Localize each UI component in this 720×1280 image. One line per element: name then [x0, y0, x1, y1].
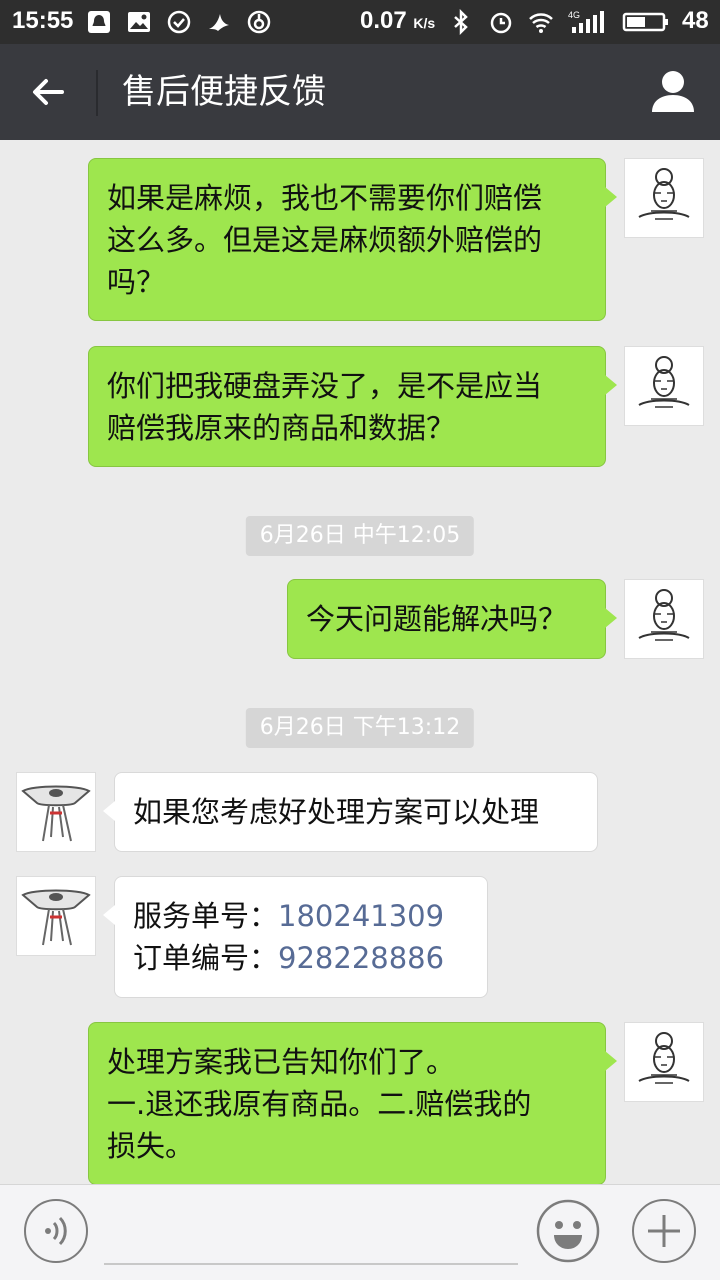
bird-notification-icon: [209, 14, 229, 31]
image-notification-icon: [128, 12, 150, 32]
network-speed: 0.07 K/s: [360, 7, 436, 34]
avatar-sketch-icon: [638, 589, 690, 641]
my-avatar[interactable]: [624, 579, 704, 659]
voice-icon: [45, 1216, 67, 1246]
message-bubble[interactable]: 处理方案我已告知你们了。 一.退还我原有商品。二.赔偿我的 损失。: [88, 1022, 617, 1184]
alarm-icon: [490, 12, 512, 34]
avatar-sketch-icon: [638, 1032, 690, 1084]
voice-button[interactable]: [24, 1199, 88, 1263]
timestamp: 6月26日 中午12:05: [245, 516, 475, 556]
avatar-cloth-icon: [21, 889, 91, 946]
avatar-cloth-icon: [21, 785, 91, 842]
avatar-sketch-icon: [638, 356, 690, 408]
title-bar: 售后便捷反馈: [0, 44, 720, 140]
chat-messages: 如果是麻烦，我也不需要你们赔偿 这么多。但是这是麻烦额外赔偿的 吗？ 你们把我硬…: [0, 140, 720, 1184]
back-arrow-icon[interactable]: [24, 68, 72, 116]
title-divider: [96, 70, 98, 116]
service-avatar[interactable]: [16, 876, 96, 956]
avatar-sketch-icon: [638, 168, 690, 220]
page-title: 售后便捷反馈: [122, 72, 326, 112]
svg-text:4G: 4G: [568, 10, 580, 20]
plus-icon: [648, 1215, 680, 1247]
message-bubble[interactable]: 如果您考虑好处理方案可以处理: [103, 772, 598, 852]
timestamp: 6月26日 下午13:12: [245, 708, 475, 748]
my-avatar[interactable]: [624, 1022, 704, 1102]
my-avatar[interactable]: [624, 158, 704, 238]
bluetooth-icon: [454, 9, 468, 35]
status-bar: 15:55 0.07 K/s 4G 48: [0, 0, 720, 44]
wifi-icon: [529, 13, 553, 33]
check-circle-icon: [167, 10, 191, 34]
service-number-link[interactable]: 180241309: [278, 899, 444, 933]
message-bubble[interactable]: 你们把我硬盘弄没了，是不是应当 赔偿我原来的商品和数据？: [88, 346, 617, 467]
emoji-icon[interactable]: [536, 1199, 600, 1263]
message-bubble[interactable]: 今天问题能解决吗？: [287, 579, 617, 659]
cellular-signal-icon: 4G: [568, 10, 604, 33]
message-input[interactable]: [104, 1205, 518, 1265]
music-notification-icon: [247, 10, 271, 34]
profile-icon[interactable]: [648, 66, 698, 116]
battery-percent: 48: [682, 7, 709, 34]
message-bubble[interactable]: 如果是麻烦，我也不需要你们赔偿 这么多。但是这是麻烦额外赔偿的 吗？: [88, 158, 617, 321]
order-number-link[interactable]: 928228886: [278, 941, 444, 975]
my-avatar[interactable]: [624, 346, 704, 426]
more-button[interactable]: [632, 1199, 696, 1263]
input-bar: [0, 1184, 720, 1280]
status-time: 15:55: [12, 7, 74, 34]
battery-icon: [622, 12, 668, 32]
qq-notification-icon: [88, 11, 110, 33]
message-bubble[interactable]: 服务单号：180241309 订单编号：928228886: [103, 876, 488, 998]
service-avatar[interactable]: [16, 772, 96, 852]
